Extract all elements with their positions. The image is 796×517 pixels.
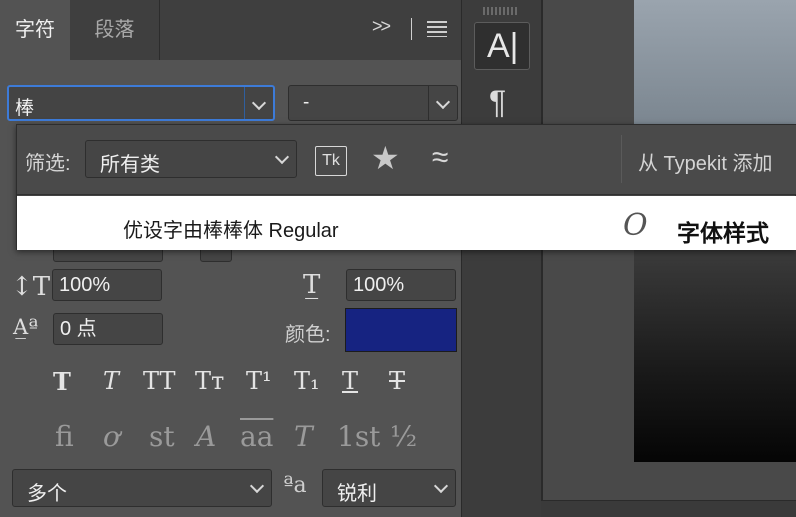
paragraph-panel-button[interactable]: ¶ — [489, 84, 506, 121]
typekit-filter-icon[interactable]: Tk — [315, 146, 347, 176]
baseline-shift-icon: A̲ª — [13, 315, 39, 339]
font-style-value: - — [303, 92, 310, 113]
contextual-alternates-button[interactable]: aa — [240, 420, 273, 453]
star-icon[interactable]: ★ — [371, 139, 400, 177]
panel-menu-icon[interactable] — [427, 21, 447, 37]
font-sample: 字体样式 — [677, 220, 769, 246]
vertical-scale-icon: ↕T — [11, 272, 51, 302]
font-family-input[interactable]: 棒 — [7, 85, 275, 121]
vertical-scale-field[interactable]: 100% — [52, 269, 162, 301]
font-style-select[interactable]: - — [288, 85, 458, 121]
status-bar — [541, 500, 796, 517]
tab-paragraph[interactable]: 段落 — [70, 0, 160, 60]
font-list-popup: 筛选: 所有类 Tk ★ ≈ 从 Typekit 添加 优设字由棒棒体 Regu… — [16, 124, 796, 250]
stylistic-alternates-button[interactable]: st — [149, 420, 175, 453]
font-category-value: 所有类 — [100, 154, 160, 176]
chevron-down-icon[interactable] — [428, 86, 457, 120]
panel-dock-strip — [461, 0, 541, 517]
expand-panel-button[interactable]: >> — [372, 16, 391, 37]
horizontal-scale-icon: T̲ — [303, 270, 321, 300]
superscript-button[interactable]: T¹ — [246, 367, 272, 395]
filter-label: 筛选: — [25, 153, 71, 175]
chevron-down-icon[interactable] — [427, 470, 455, 506]
tab-character[interactable]: 字符 — [0, 0, 70, 60]
character-icon: A| — [487, 27, 519, 65]
font-category-select[interactable]: 所有类 — [85, 140, 297, 178]
anti-alias-value: 锐利 — [337, 483, 377, 505]
faux-bold-button[interactable]: T — [53, 367, 71, 396]
tab-divider — [411, 18, 412, 40]
baseline-shift-field[interactable]: 0 点 — [53, 313, 163, 345]
chevron-down-icon[interactable] — [244, 87, 273, 119]
anti-alias-icon: ªa — [283, 473, 307, 498]
strikethrough-button[interactable]: T — [389, 367, 405, 395]
color-label: 颜色: — [285, 324, 331, 346]
divider — [621, 135, 622, 183]
ordinals-button[interactable]: 1st — [337, 420, 380, 453]
titling-alternates-button[interactable]: T — [294, 420, 313, 453]
swash-button[interactable]: A — [196, 420, 216, 453]
character-panel: 字符 段落 >> 棒 - ↕T 100% T̲ 100% A̲ª 0 点 颜色:… — [0, 0, 461, 517]
faux-italic-button[interactable]: T — [103, 367, 119, 395]
language-value: 多个 — [27, 483, 67, 505]
anti-alias-select[interactable]: 锐利 — [322, 469, 456, 507]
all-caps-button[interactable]: TT — [143, 367, 175, 395]
underline-button[interactable]: T — [342, 367, 358, 395]
chevron-down-icon[interactable] — [268, 141, 296, 177]
discretionary-ligatures-button[interactable]: ơ — [103, 420, 120, 453]
drag-grip-icon[interactable] — [483, 7, 519, 15]
small-caps-button[interactable]: Tт — [195, 367, 224, 395]
panel-tab-bar: 字符 段落 >> — [0, 0, 461, 60]
opentype-icon: O — [623, 208, 648, 243]
character-panel-button[interactable]: A| — [474, 22, 530, 70]
chevron-down-icon[interactable] — [243, 470, 271, 506]
horizontal-scale-field[interactable]: 100% — [346, 269, 456, 301]
subscript-button[interactable]: T₁ — [294, 367, 320, 395]
language-select[interactable]: 多个 — [12, 469, 272, 507]
color-swatch[interactable] — [345, 308, 457, 352]
similar-fonts-icon[interactable]: ≈ — [432, 141, 448, 175]
fractions-button[interactable]: ½ — [390, 420, 417, 453]
font-name: 优设字由棒棒体 Regular — [123, 220, 339, 242]
font-family-value: 棒 — [15, 98, 35, 119]
font-list-item[interactable]: 优设字由棒棒体 Regular O 字体样式 — [17, 196, 796, 250]
font-filter-bar: 筛选: 所有类 Tk ★ ≈ 从 Typekit 添加 — [17, 125, 796, 195]
add-from-typekit-link[interactable]: 从 Typekit 添加 — [638, 147, 772, 176]
ligatures-button[interactable]: ﬁ — [55, 420, 74, 453]
